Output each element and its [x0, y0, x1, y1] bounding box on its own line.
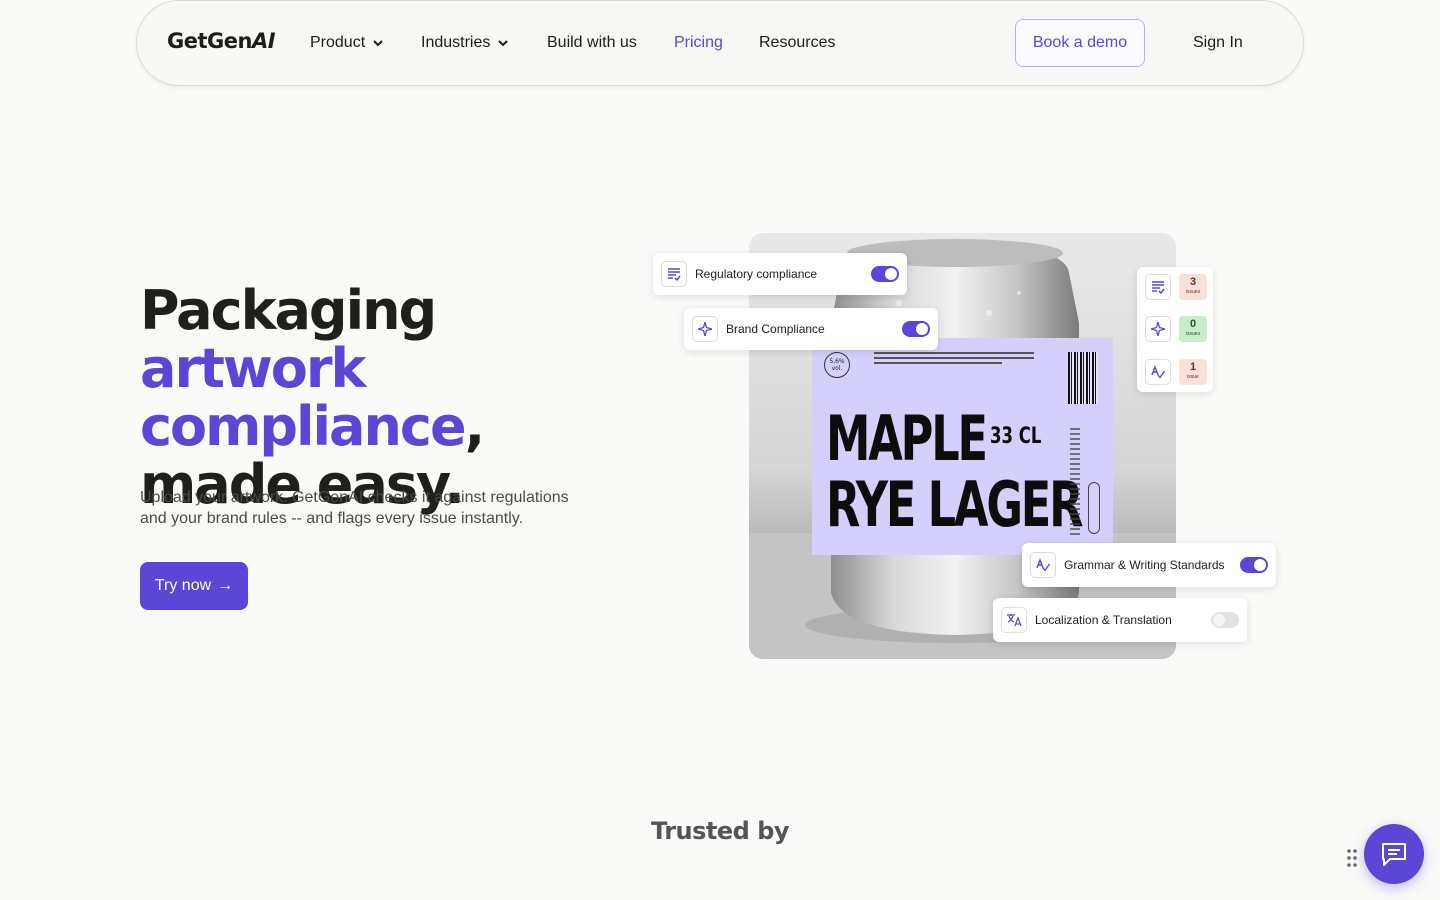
issue-count-badge: 1 issue: [1179, 359, 1207, 385]
trusted-by-heading: Trusted by: [650, 817, 790, 845]
check-label: Grammar & Writing Standards: [1064, 558, 1225, 572]
list-check-icon: [661, 261, 687, 287]
check-label: Localization & Translation: [1035, 613, 1172, 627]
top-navbar: GetGenAI Product Industries Build with u…: [136, 0, 1304, 86]
issue-row-brand[interactable]: 0 issues: [1145, 314, 1207, 344]
label-line2: RYE LAGER: [826, 468, 1084, 541]
nav-resources-label: Resources: [759, 34, 836, 51]
spellcheck-icon: [1145, 359, 1171, 385]
chat-icon: [1382, 843, 1406, 866]
arrow-right-icon: →: [217, 577, 234, 594]
hero-title-comma: ,: [464, 395, 485, 458]
label-ingredients: [1070, 428, 1080, 538]
nav-build-with-us[interactable]: Build with us: [547, 34, 637, 52]
chevron-down-icon: [373, 40, 383, 47]
label-volume: 33 CL: [990, 424, 1042, 449]
check-card-regulatory[interactable]: Regulatory compliance: [653, 253, 907, 295]
sparkle-icon: [1145, 316, 1171, 342]
nav-product-label: Product: [310, 34, 366, 51]
nav-product[interactable]: Product: [310, 34, 385, 52]
hero-title: Packaging artwork compliance, made easy.: [140, 282, 620, 514]
drag-handle-icon[interactable]: [1346, 848, 1358, 868]
check-card-localization[interactable]: Localization & Translation: [993, 598, 1247, 642]
sign-in-link[interactable]: Sign In: [1193, 34, 1243, 52]
check-label: Regulatory compliance: [695, 267, 818, 281]
issue-count-badge: 3 issues: [1179, 274, 1207, 300]
nav-pricing-label: Pricing: [674, 34, 723, 51]
hero-title-part1: Packaging: [140, 279, 437, 342]
check-card-brand[interactable]: Brand Compliance: [684, 308, 938, 350]
label-url-pill: [1088, 482, 1100, 534]
try-now-label: Try now: [154, 577, 212, 594]
nav-industries[interactable]: Industries: [421, 34, 510, 52]
abv-badge: 5,6% vol.: [824, 352, 850, 378]
chevron-down-icon: [498, 40, 509, 47]
label-fine-print: [874, 352, 1034, 367]
nav-industries-label: Industries: [421, 34, 491, 51]
localization-toggle[interactable]: [1211, 612, 1239, 628]
sparkle-icon: [692, 316, 718, 342]
regulatory-toggle[interactable]: [871, 266, 899, 282]
label-product-name: MAPLE RYE LAGER: [826, 402, 1084, 541]
hero-title-highlight: artwork compliance: [140, 337, 467, 458]
check-label: Brand Compliance: [726, 322, 825, 336]
brand-toggle[interactable]: [902, 321, 930, 337]
issue-count-badge: 0 issues: [1179, 316, 1207, 342]
book-demo-button[interactable]: Book a demo: [1015, 19, 1145, 67]
nav-pricing[interactable]: Pricing: [674, 34, 723, 52]
issue-row-grammar[interactable]: 1 issue: [1145, 357, 1207, 387]
nav-build-label: Build with us: [547, 34, 637, 51]
chat-button[interactable]: [1364, 824, 1424, 884]
list-check-icon: [1145, 274, 1171, 300]
barcode: [1068, 352, 1098, 404]
spellcheck-icon: [1030, 552, 1056, 578]
label-line1: MAPLE: [826, 402, 988, 475]
check-card-grammar[interactable]: Grammar & Writing Standards: [1022, 543, 1276, 587]
product-label: 5,6% vol. MAPLE RYE LAGER 33 CL: [812, 338, 1113, 555]
nav-resources[interactable]: Resources: [759, 34, 835, 52]
translate-icon: [1001, 607, 1027, 633]
grammar-toggle[interactable]: [1240, 557, 1268, 573]
issue-row-regulatory[interactable]: 3 issues: [1145, 272, 1207, 302]
issues-panel: 3 issues 0 issues 1 issue: [1137, 267, 1213, 392]
hero-subtitle: Upload your artwork. GetGenAI checks it …: [140, 489, 569, 527]
try-now-button[interactable]: Try now →: [140, 562, 248, 610]
logo[interactable]: GetGenAI: [167, 29, 276, 53]
